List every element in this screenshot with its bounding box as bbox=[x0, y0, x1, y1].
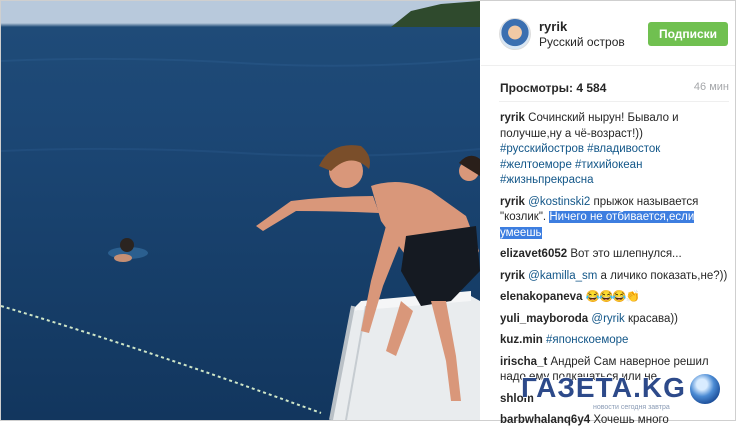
list-item: elenakopaneva 😂😂😂👏 bbox=[500, 290, 730, 306]
comment-author[interactable]: ryrik bbox=[500, 112, 525, 124]
comment-text: Вот это шлепнулся... bbox=[570, 248, 682, 260]
comment-hashtags[interactable]: #японскоеморе bbox=[546, 334, 628, 346]
globe-icon bbox=[688, 372, 722, 406]
comment-author[interactable]: elenakopaneva bbox=[500, 291, 582, 303]
list-item: ryrik @kostinski2 прыжок называется "коз… bbox=[500, 195, 730, 242]
list-item: yuli_mayboroda @ryrik красава)) bbox=[500, 312, 730, 328]
list-item: elizavet6052 Вот это шлепнулся... bbox=[500, 247, 730, 263]
following-button[interactable]: Подписки bbox=[648, 22, 728, 46]
username-link[interactable]: ryrik bbox=[539, 19, 567, 34]
watermark: ГАЗЕТА.KG новости сегодня завтра bbox=[521, 370, 731, 420]
comment-text: 😂😂😂👏 bbox=[585, 291, 640, 303]
comment-text: красава)) bbox=[628, 312, 679, 325]
views-count: Просмотры: 4 584 bbox=[500, 81, 607, 95]
list-item: ryrik @kamilla_sm а личико показать,не?)… bbox=[500, 269, 730, 285]
comment-author[interactable]: ryrik bbox=[500, 196, 525, 208]
post-side-panel: ryrik Русский остров Подписки Просмотры:… bbox=[481, 1, 735, 426]
list-item: kuz.min #японскоеморе bbox=[500, 333, 730, 349]
watermark-slogan: новости сегодня завтра bbox=[593, 404, 670, 411]
comment-author[interactable]: kuz.min bbox=[500, 334, 543, 346]
avatar[interactable] bbox=[499, 18, 531, 50]
comment-hashtags[interactable]: #русскийостров #владивосток #желтоеморе … bbox=[500, 143, 660, 186]
comment-text: а личико показать,не?)) bbox=[600, 269, 728, 282]
post-photo[interactable] bbox=[1, 1, 480, 420]
comment-author[interactable]: yuli_mayboroda bbox=[500, 313, 588, 325]
caption-comment: ryrik Сочинский нырун! Бывало и получше,… bbox=[500, 111, 730, 189]
comment-mention[interactable]: @kostinski2 bbox=[528, 196, 590, 208]
watermark-brand: ГАЗЕТА.KG bbox=[521, 372, 686, 403]
post-header: ryrik Русский остров Подписки bbox=[481, 1, 735, 66]
comment-mention[interactable]: @ryrik bbox=[591, 313, 624, 325]
divider bbox=[499, 101, 729, 102]
comment-author[interactable]: ryrik bbox=[500, 270, 525, 282]
post-time[interactable]: 46 мин bbox=[694, 81, 729, 93]
location-link[interactable]: Русский остров bbox=[539, 35, 625, 49]
comment-author[interactable]: elizavet6052 bbox=[500, 248, 567, 260]
photo-scene bbox=[1, 1, 480, 420]
comment-text: Сочинский нырун! Бывало и получше,ну а ч… bbox=[500, 112, 679, 140]
comment-mention[interactable]: @kamilla_sm bbox=[528, 270, 597, 282]
comment-author[interactable]: irischa_t bbox=[500, 356, 547, 368]
